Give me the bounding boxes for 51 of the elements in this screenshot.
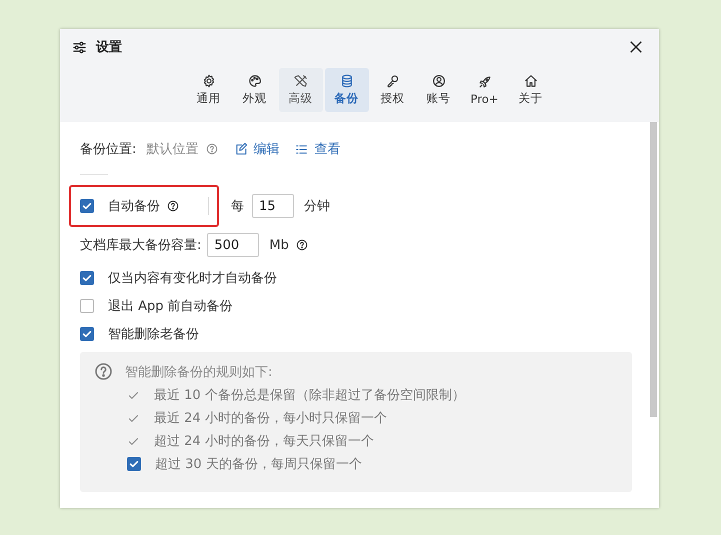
location-value: 默认位置 [146,141,198,158]
help-icon [296,239,308,251]
option-label: 仅当内容有变化时才自动备份 [108,270,277,286]
link[interactable]: 查看 [295,140,340,158]
capacity-field[interactable]: 500 [207,233,260,257]
option-label: 退出 App 前自动备份 [108,298,233,314]
tab[interactable]: 通用 [186,68,230,112]
home-icon [524,74,538,88]
option-label: 自动备份 [108,198,160,215]
interval-prefix: 每 [231,198,244,215]
rule-text: 超过 24 小时的备份，每天只保留一个 [154,433,374,450]
checkbox[interactable] [80,199,94,213]
tab[interactable]: 账号 [416,68,460,112]
checkbox[interactable] [127,457,141,471]
sliders-icon [72,40,87,54]
edit-icon [234,142,248,156]
tab[interactable]: Pro+ [462,68,506,112]
list-icon [295,142,308,156]
help-icon [167,200,179,212]
field-label: 备份位置: [80,141,136,158]
key-icon [386,74,400,88]
checkbox[interactable] [80,326,94,340]
tab[interactable]: 高级 [278,68,322,112]
database-icon [340,74,354,88]
tick-icon [81,200,93,212]
palette-icon [248,74,262,88]
interval-unit: 分钟 [304,198,330,215]
link[interactable]: 编辑 [234,140,280,158]
tab[interactable]: 关于 [508,68,552,112]
checkbox[interactable] [80,298,94,312]
scrollbar[interactable] [650,122,657,417]
gear-icon [202,74,216,88]
tools-icon [294,74,308,88]
rules-title: 智能删除备份的规则如下: [125,364,272,380]
tab[interactable]: 备份 [324,68,368,112]
help-icon [94,362,113,381]
window-title: 设置 [96,39,122,56]
capacity-unit: Mb [269,238,289,252]
checkbox[interactable] [80,270,94,284]
rule-text: 最近 10 个备份总是保留（除非超过了备份空间限制） [154,387,465,404]
tick-icon [128,458,140,470]
field-label: 文档库最大备份容量: [80,237,202,254]
interval-field[interactable]: 15 [252,194,294,218]
rule-text: 最近 24 小时的备份，每小时只保留一个 [154,410,387,427]
rocket-icon [478,74,492,88]
tab[interactable]: 外观 [232,68,276,112]
rule-text: 超过 30 天的备份，每周只保留一个 [155,456,362,473]
tab[interactable]: 授权 [370,68,414,112]
help-icon [206,143,218,155]
option-label: 智能删除老备份 [108,326,199,342]
user-icon [432,74,446,88]
